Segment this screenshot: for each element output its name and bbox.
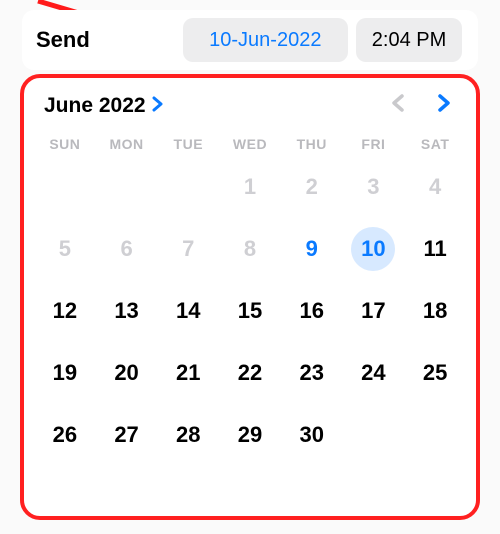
day-number: 16: [299, 298, 323, 324]
month-expand-button[interactable]: [152, 95, 164, 118]
calendar-panel: June 2022 SUN MON TUE WED THU FRI SA: [20, 74, 480, 520]
day-number: 17: [361, 298, 385, 324]
day-number: 11: [424, 236, 447, 262]
send-label: Send: [32, 27, 100, 53]
chevron-left-icon: [390, 93, 406, 113]
day-cell[interactable]: 11: [404, 218, 466, 280]
day-number: 22: [238, 360, 262, 386]
day-cell[interactable]: 26: [34, 404, 96, 466]
weekday-label: TUE: [157, 136, 219, 152]
day-cell-empty: [404, 404, 466, 466]
day-number: 25: [423, 360, 447, 386]
day-cell-empty: [157, 156, 219, 218]
day-number: 15: [238, 298, 262, 324]
day-number: 10: [361, 236, 385, 262]
day-cell[interactable]: 13: [96, 280, 158, 342]
calendar-nav: [390, 92, 456, 120]
day-number: 9: [306, 236, 318, 262]
day-number: 23: [299, 360, 323, 386]
day-cell[interactable]: 21: [157, 342, 219, 404]
day-number: 1: [244, 174, 256, 200]
weekday-label: SAT: [404, 136, 466, 152]
day-cell-empty: [96, 156, 158, 218]
day-cell[interactable]: 27: [96, 404, 158, 466]
day-cell[interactable]: 24: [343, 342, 405, 404]
day-cell[interactable]: 18: [404, 280, 466, 342]
day-number: 24: [361, 360, 385, 386]
day-number: 8: [244, 236, 256, 262]
day-cell[interactable]: 29: [219, 404, 281, 466]
day-cell-empty: [343, 404, 405, 466]
day-number: 14: [176, 298, 200, 324]
day-cell[interactable]: 28: [157, 404, 219, 466]
day-cell[interactable]: 7: [157, 218, 219, 280]
day-number: 6: [120, 236, 132, 262]
day-cell[interactable]: 9: [281, 218, 343, 280]
day-number: 2: [306, 174, 318, 200]
day-number: 26: [53, 422, 77, 448]
day-cell[interactable]: 23: [281, 342, 343, 404]
day-number: 21: [176, 360, 200, 386]
time-pill[interactable]: 2:04 PM: [356, 18, 462, 62]
day-number: 28: [176, 422, 200, 448]
day-cell-empty: [34, 156, 96, 218]
day-number: 18: [423, 298, 447, 324]
day-cell[interactable]: 5: [34, 218, 96, 280]
day-cell[interactable]: 4: [404, 156, 466, 218]
day-number: 3: [367, 174, 379, 200]
day-number: 19: [53, 360, 77, 386]
chevron-right-icon: [152, 96, 164, 112]
date-pill[interactable]: 10-Jun-2022: [183, 18, 348, 62]
day-cell[interactable]: 16: [281, 280, 343, 342]
weekday-label: WED: [219, 136, 281, 152]
day-cell[interactable]: 19: [34, 342, 96, 404]
day-number: 20: [114, 360, 138, 386]
weekday-label: FRI: [343, 136, 405, 152]
day-cell[interactable]: 22: [219, 342, 281, 404]
next-month-button[interactable]: [436, 92, 452, 120]
day-cell[interactable]: 14: [157, 280, 219, 342]
chevron-right-icon: [436, 93, 452, 113]
day-cell[interactable]: 3: [343, 156, 405, 218]
day-number: 5: [59, 236, 71, 262]
day-number: 27: [114, 422, 138, 448]
day-number: 12: [53, 298, 77, 324]
time-value: 2:04 PM: [372, 29, 446, 52]
day-cell[interactable]: 6: [96, 218, 158, 280]
calendar-month-label: June 2022: [44, 94, 146, 118]
day-cell[interactable]: 8: [219, 218, 281, 280]
day-cell[interactable]: 2: [281, 156, 343, 218]
day-cell[interactable]: 25: [404, 342, 466, 404]
day-number: 29: [238, 422, 262, 448]
day-cell[interactable]: 1: [219, 156, 281, 218]
weekday-label: SUN: [34, 136, 96, 152]
day-number: 30: [299, 422, 323, 448]
day-number: 4: [429, 174, 441, 200]
calendar-header: June 2022: [34, 92, 466, 126]
date-value: 10-Jun-2022: [209, 29, 321, 52]
weekday-row: SUN MON TUE WED THU FRI SAT: [34, 126, 466, 156]
day-number: 13: [114, 298, 138, 324]
day-cell[interactable]: 30: [281, 404, 343, 466]
day-number: 7: [182, 236, 194, 262]
day-cell[interactable]: 10: [343, 218, 405, 280]
day-cell[interactable]: 12: [34, 280, 96, 342]
day-cell[interactable]: 17: [343, 280, 405, 342]
weekday-label: MON: [96, 136, 158, 152]
send-toolbar: Send 10-Jun-2022 2:04 PM: [22, 10, 478, 70]
calendar-grid: 1234567891011121314151617181920212223242…: [34, 156, 466, 466]
prev-month-button[interactable]: [390, 92, 406, 120]
day-cell[interactable]: 20: [96, 342, 158, 404]
weekday-label: THU: [281, 136, 343, 152]
day-cell[interactable]: 15: [219, 280, 281, 342]
